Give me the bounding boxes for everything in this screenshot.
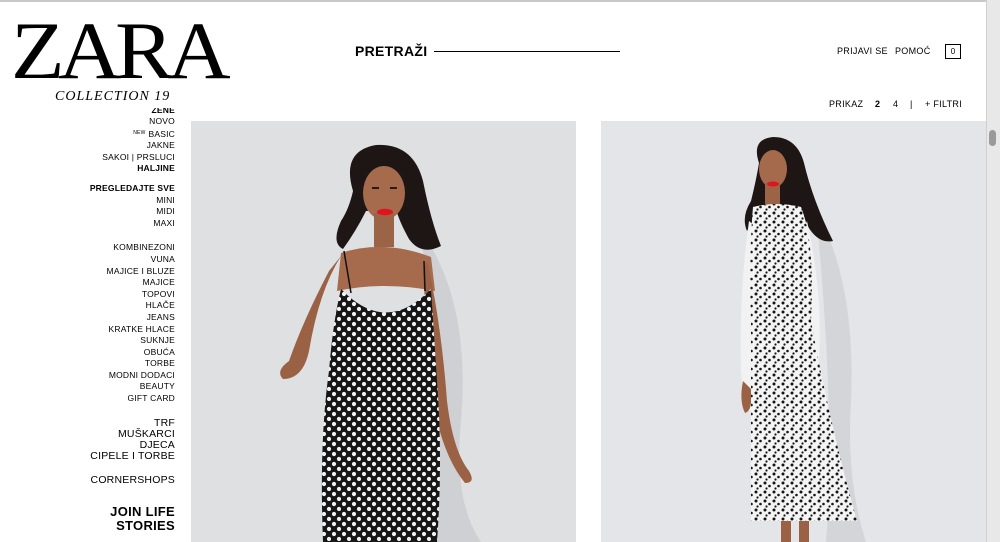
sidebar-item-view-all[interactable]: PREGLEDAJTE SVE — [60, 183, 175, 195]
sidebar-item-maxi[interactable]: MAXI — [60, 218, 175, 230]
product-image-printed-midi-dress[interactable] — [601, 121, 986, 542]
sidebar-item-vuna[interactable]: VUNA — [60, 254, 175, 266]
sidebar-item-jeans[interactable]: JEANS — [60, 312, 175, 324]
sidebar-item-kratke-hlace[interactable]: KRATKE HLACE — [60, 324, 175, 336]
new-badge: NEW — [133, 129, 146, 136]
sidebar-item-mini[interactable]: MINI — [60, 195, 175, 207]
zara-logo[interactable]: ZARA COLLECTION 19 — [11, 10, 231, 106]
sidebar-item-topovi[interactable]: TOPOVI — [60, 289, 175, 301]
view-option-4[interactable]: 4 — [893, 99, 898, 109]
sidebar-item-basic[interactable]: NEW BASIC — [60, 128, 175, 141]
help-link[interactable]: POMOĆ — [895, 46, 931, 56]
scrollbar-thumb[interactable] — [989, 130, 996, 146]
model-photo — [740, 137, 866, 542]
sidebar-item-majice[interactable]: MAJICE — [60, 277, 175, 289]
sidebar-item-novo[interactable]: NOVO — [60, 116, 175, 128]
sidebar-item-suknje[interactable]: SUKNJE — [60, 335, 175, 347]
view-option-2[interactable]: 2 — [875, 99, 880, 109]
logo-collection: COLLECTION 19 — [55, 89, 171, 104]
category-sidebar: ŽENE NOVO NEW BASIC JAKNE SAKOI | PRSLUCI… — [60, 108, 175, 542]
view-label: PRIKAZ — [829, 99, 864, 109]
login-link[interactable]: PRIJAVI SE — [837, 46, 888, 56]
sidebar-item-women[interactable]: ŽENE — [60, 108, 175, 116]
model-photo — [280, 144, 481, 542]
sidebar-item-djeca[interactable]: DJECA — [60, 439, 175, 451]
sidebar-item-sakoi[interactable]: SAKOI | PRSLUCI — [60, 152, 175, 164]
cart-count: 0 — [950, 47, 956, 56]
window-top-edge — [0, 0, 1000, 2]
sidebar-item-trf[interactable]: TRF — [60, 417, 175, 429]
bag-icon[interactable]: 0 — [945, 44, 961, 59]
product-image-polka-dot-slip-dress[interactable] — [191, 121, 576, 542]
search-underline[interactable] — [434, 51, 620, 52]
filters-button[interactable]: + FILTRI — [925, 99, 962, 109]
sidebar-item-join-life[interactable]: JOIN LIFE — [60, 504, 175, 519]
sidebar-item-obuca[interactable]: OBUĆA — [60, 347, 175, 359]
sidebar-item-stories[interactable]: STORIES — [60, 518, 175, 533]
sidebar-item-beauty[interactable]: BEAUTY — [60, 381, 175, 393]
sidebar-item-torbe[interactable]: TORBE — [60, 358, 175, 370]
sidebar-item-muskarci[interactable]: MUŠKARCI — [60, 428, 175, 440]
view-separator: | — [910, 99, 913, 109]
sidebar-item-gift-card[interactable]: GIFT CARD — [60, 393, 175, 405]
sidebar-item-hlace[interactable]: HLAČE — [60, 300, 175, 312]
logo-wordmark: ZARA — [11, 5, 231, 96]
sidebar-item-label: BASIC — [148, 128, 175, 139]
sidebar-item-cipele-torbe[interactable]: CIPELE I TORBE — [60, 450, 175, 462]
scrollbar-track[interactable] — [986, 0, 1000, 542]
sidebar-item-modni-dodaci[interactable]: MODNI DODACI — [60, 370, 175, 382]
sidebar-item-midi[interactable]: MIDI — [60, 206, 175, 218]
sidebar-item-jakne[interactable]: JAKNE — [60, 140, 175, 152]
search-button[interactable]: PRETRAŽI — [355, 43, 427, 59]
sidebar-item-cornershops[interactable]: CORNERSHOPS — [60, 474, 175, 486]
sidebar-item-haljine[interactable]: HALJINE — [60, 163, 175, 175]
sidebar-item-majice-bluze[interactable]: MAJICE I BLUZE — [60, 266, 175, 278]
sidebar-item-kombinezoni[interactable]: KOMBINEZONI — [60, 242, 175, 254]
